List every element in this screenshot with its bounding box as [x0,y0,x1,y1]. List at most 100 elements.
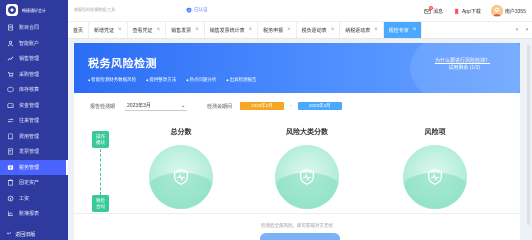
report-icon [7,210,14,217]
building-icon [7,179,14,186]
close-icon[interactable]: × [195,27,199,33]
sidebar-item[interactable]: 发票管理 [0,144,68,160]
scrollbar[interactable] [527,45,530,225]
verified-label: 已认证 [194,7,208,12]
sidebar-item[interactable]: 智能账户 [0,36,68,52]
close-icon[interactable]: × [413,27,417,33]
sidebar-item-label: 采购管理 [19,71,40,78]
tab[interactable]: 首页 [68,22,90,38]
close-icon[interactable]: × [331,27,335,33]
messages-button[interactable]: 9 消息 [424,5,443,15]
search-input[interactable]: 掌握您的账簿数据/工具 [74,7,174,15]
total-score-circle [149,145,213,209]
tab-label: 新增凭证 [94,27,115,34]
logo[interactable]: 畅捷通好会计 [0,0,68,20]
cart-icon [7,71,14,78]
tab-bar: 首页 新增凭证 × 查看凭证 × 销售发票 × 销售发票统计表 × 税务申报 × 税负逐动表 × 纳税逐动… [68,22,532,39]
sidebar: 畅捷通好会计 账目合同智能账户销售管理采购管理库存核算资金管理往来管理费用管理发… [0,0,68,240]
chevron-down-icon: ⌄ [180,102,186,109]
sidebar-item-label: 资金管理 [19,102,40,109]
back-label: 返回旧版 [15,231,36,238]
tab[interactable]: 查看凭证 × [128,22,167,38]
divider [74,213,520,214]
section-rail [100,149,101,195]
tab[interactable]: 税务申报 × [258,22,297,38]
sidebar-item[interactable]: 资金管理 [0,98,68,114]
sidebar-item[interactable]: 销售管理 [0,51,68,67]
tab[interactable]: 税负逐动表 × [297,22,341,38]
tab-label: 税检专家 [388,27,409,34]
start-check-button[interactable] [260,233,340,240]
exchange-icon [7,117,14,124]
sidebar-item-label: 智能账户 [19,40,40,47]
close-icon[interactable]: × [287,27,291,33]
risk-category-score-title: 风险大类分数 [286,129,328,136]
receipt-icon [7,133,14,140]
sidebar-item[interactable]: 账簿报表 [0,206,68,222]
user-name: 南户3355 [504,8,526,15]
sidebar-item-label: 库存核算 [19,87,40,94]
tab[interactable]: 税检专家 × [383,22,423,38]
logo-icon [6,4,18,16]
invoice-icon [7,148,14,155]
top-bar: 掌握您的账簿数据/工具 已认证 9 消息 App下载 南户3355 [68,0,532,22]
period-select[interactable]: 2023年3月 ⌄ [125,102,188,111]
tab[interactable]: 销售发票 × [166,22,205,38]
sidebar-item[interactable]: 采购管理 [0,67,68,83]
tab-scroll-left-button[interactable]: ‹ [512,22,522,38]
risk-items-circle [403,145,467,209]
back-to-old-version-button[interactable]: ↩ 返回旧版 [0,228,68,240]
tab-label: 销售发票统计表 [209,27,245,34]
why-check-link[interactable]: 为什么要进行风险检测？ [435,57,490,64]
close-icon[interactable]: × [157,27,161,33]
app-download-button[interactable]: App下载 [453,8,481,15]
user-menu[interactable]: 南户3355 [490,5,526,17]
close-icon[interactable]: × [374,27,378,33]
phone-icon [455,8,459,14]
date-separator: - [290,103,292,109]
sidebar-item[interactable]: 工资 [0,191,68,207]
sidebar-item[interactable]: 库存核算 [0,82,68,98]
sidebar-item-label: 税务管理 [19,164,40,171]
sidebar-item[interactable]: 税务管理 [0,159,68,175]
tab-scroll-right-button[interactable]: › [522,22,532,38]
back-icon: ↩ [7,231,12,237]
sidebar-item-label: 销售管理 [19,56,40,63]
sidebar-item[interactable]: 固定资产 [0,175,68,191]
risk-items-title: 风险项 [424,129,446,136]
sidebar-item[interactable]: 往来管理 [0,113,68,129]
tab[interactable]: 销售发票统计表 × [205,22,259,38]
messages-label: 消息 [432,8,443,15]
sidebar-item[interactable]: 费用管理 [0,129,68,145]
sidebar-item[interactable]: 账目合同 [0,20,68,36]
sidebar-item-label: 固定资产 [19,180,40,187]
close-icon[interactable]: × [118,27,122,33]
risk-check-card: 税务风险检测 智能检测财务数据风险 提供整改方法 热点问题分析 出具检测报告 为… [74,43,520,240]
period-label: 报告检测期 [90,103,116,110]
total-score-title: 总分数 [170,129,192,136]
feature-item: 出具检测报告 [226,77,257,83]
pulse-shield-icon [174,169,188,185]
sidebar-item-label: 往来管理 [19,118,40,125]
app-download-label: App下载 [461,8,481,15]
feature-item: 热点问题分析 [186,77,216,83]
close-icon[interactable]: × [249,27,253,33]
sales-icon [7,55,14,62]
account-icon [7,40,14,47]
sidebar-item-label: 账目合同 [19,25,40,32]
date-to-button[interactable]: 2023年3月 [297,102,342,110]
check-contract-badge[interactable]: 税检 合同 [92,195,109,212]
sidebar-item-label: 账簿报表 [19,211,40,218]
operation-module-badge[interactable]: 操作 模块 [92,131,109,148]
tab[interactable]: 新增凭证 × [89,22,128,38]
tab[interactable]: 纳税逐动表 × [340,22,384,38]
sidebar-item-label: 工资 [19,195,30,202]
pulse-shield-icon [428,169,442,185]
ledger-icon [7,24,14,31]
feature-item: 提供整改方法 [146,77,176,83]
salary-icon [7,195,14,202]
tab-label: 纳税逐动表 [345,27,371,34]
date-from-button[interactable]: 2023年2月 [240,102,285,110]
check-hint: 检测后全部风险，即可获取对方无忧 [261,223,333,228]
verified-badge[interactable]: 已认证 [186,7,208,13]
